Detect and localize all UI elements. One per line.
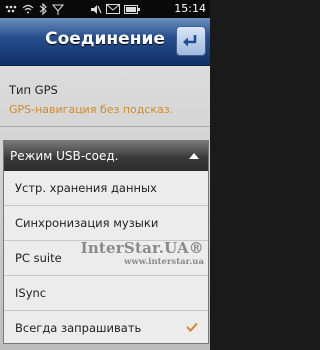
dots-icon	[4, 3, 18, 15]
back-arrow-icon	[183, 35, 197, 47]
option-label: Синхронизация музыки	[15, 216, 159, 230]
message-icon	[106, 3, 120, 15]
option-music-sync[interactable]: Синхронизация музыки	[4, 206, 208, 241]
option-label: ISync	[15, 286, 47, 300]
status-time: 15:14	[174, 2, 206, 15]
gps-type-label[interactable]: Тип GPS	[9, 83, 58, 97]
mute-icon	[90, 3, 102, 15]
usb-mode-title: Режим USB-соед.	[10, 149, 119, 163]
gps-type-value[interactable]: GPS-навигация без подсказ.	[9, 103, 173, 116]
option-label: Всегда запрашивать	[15, 321, 142, 335]
option-always-ask[interactable]: Всегда запрашивать	[4, 311, 208, 345]
status-bar: 15:14	[0, 0, 210, 18]
checkmark-icon	[186, 322, 198, 332]
option-mass-storage[interactable]: Устр. хранения данных	[4, 171, 208, 206]
option-label: PC suite	[15, 251, 62, 265]
option-label: Устр. хранения данных	[15, 181, 157, 195]
bluetooth-icon	[38, 3, 48, 15]
usb-mode-header[interactable]: Режим USB-соед.	[4, 141, 208, 171]
wifi-icon	[22, 3, 34, 15]
signal-icon	[52, 3, 64, 15]
divider	[0, 126, 210, 127]
option-pc-suite[interactable]: PC suite	[4, 241, 208, 276]
battery-icon	[124, 3, 140, 15]
chevron-up-icon	[189, 153, 199, 159]
usb-mode-dropdown: Режим USB-соед. Устр. хранения данных Си…	[3, 140, 209, 344]
option-isync[interactable]: ISync	[4, 276, 208, 311]
back-button[interactable]	[176, 26, 206, 56]
title-bar: Соединение	[0, 18, 210, 66]
